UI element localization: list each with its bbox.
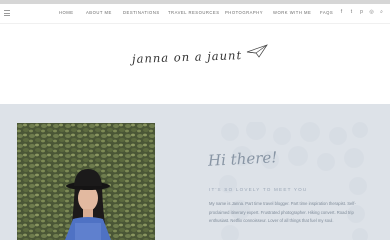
profile-photo <box>17 123 155 240</box>
facebook-icon[interactable]: f <box>339 9 344 16</box>
greeting-heading: Hi there! <box>207 148 278 170</box>
twitter-icon[interactable]: t <box>349 9 354 16</box>
search-icon[interactable]: ⌕ <box>379 9 384 16</box>
logo-text: janna on a jaunt <box>131 48 243 66</box>
nav-about-me[interactable]: ABOUT ME <box>86 10 112 15</box>
paper-plane-icon <box>246 44 268 58</box>
top-navigation: HOME ABOUT ME DESTINATIONS TRAVEL RESOUR… <box>0 4 390 24</box>
instagram-icon[interactable]: ◎ <box>369 9 374 16</box>
nav-photography[interactable]: PHOTOGRAPHY <box>225 10 263 15</box>
menu-icon[interactable] <box>4 10 12 16</box>
nav-home[interactable]: HOME <box>59 10 74 15</box>
nav-destinations[interactable]: DESTINATIONS <box>123 10 160 15</box>
nav-travel-resources[interactable]: TRAVEL RESOURCES <box>168 10 220 15</box>
nav-work-with-me[interactable]: WORK WITH ME <box>273 10 311 15</box>
social-icons: f t p ◎ ⌕ <box>339 9 384 16</box>
about-subtitle: IT'S SO LOVELY TO MEET YOU <box>209 187 308 192</box>
nav-faqs[interactable]: FAQS <box>320 10 333 15</box>
pinterest-icon[interactable]: p <box>359 9 364 16</box>
about-bio: My name is Janna. Part time travel blogg… <box>209 201 356 224</box>
site-logo[interactable]: janna on a jaunt <box>130 44 270 74</box>
